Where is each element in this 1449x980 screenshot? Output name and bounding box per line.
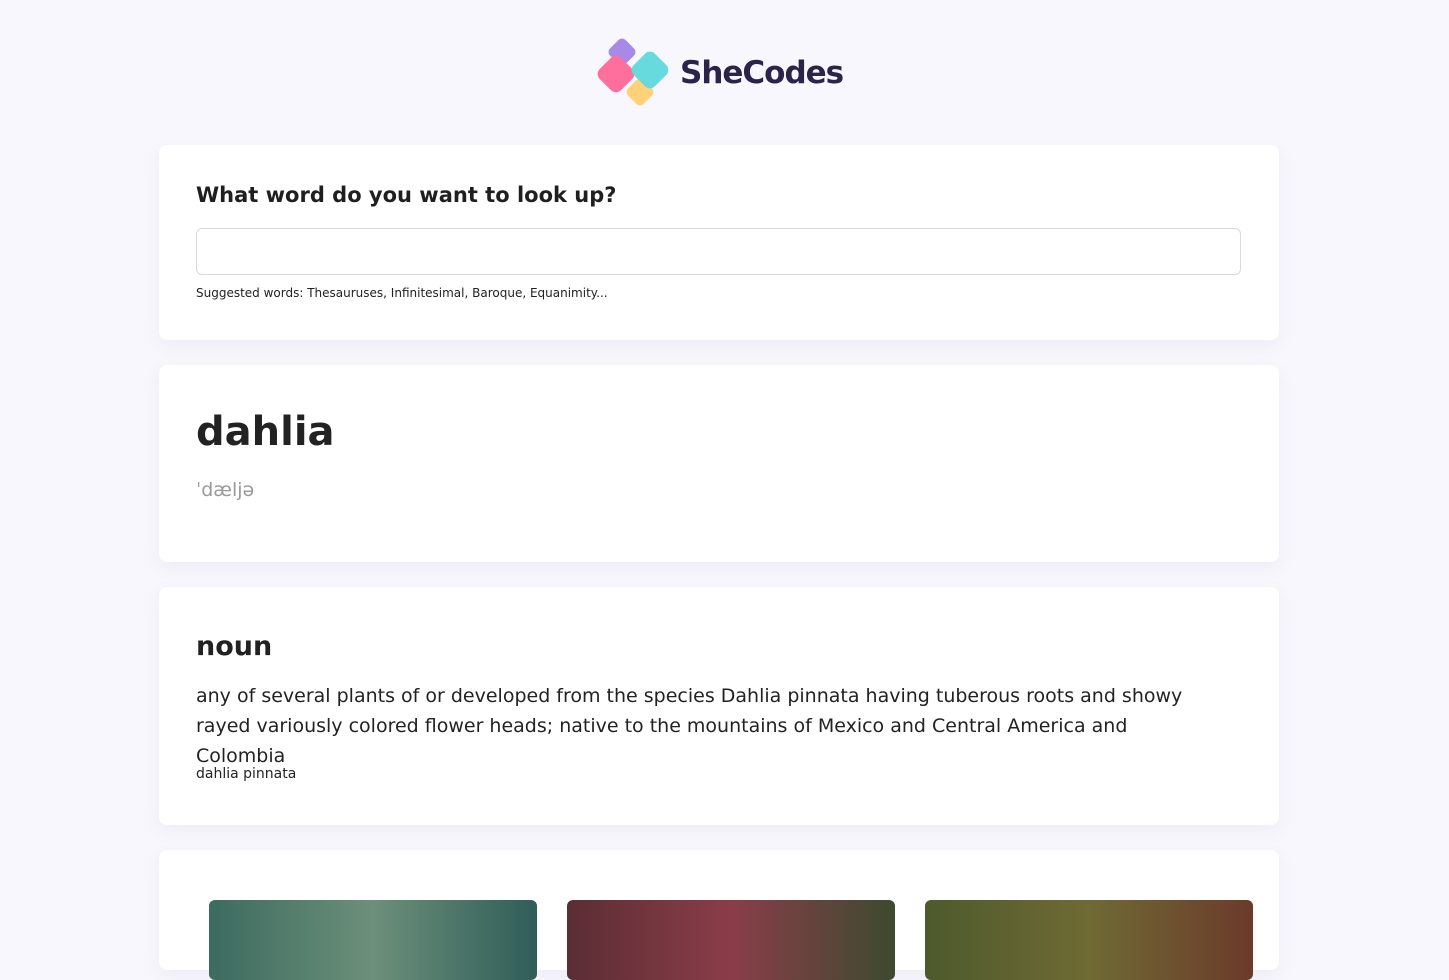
definition: any of several plants of or developed fr… [196, 685, 1183, 767]
photo-thumbnail[interactable] [567, 900, 895, 980]
search-card: What word do you want to look up? Sugges… [159, 145, 1279, 340]
word-phonetic: ˈdæljə [196, 479, 255, 501]
suggested-words: Suggested words: Thesauruses, Infinitesi… [196, 286, 608, 300]
photo-thumbnail[interactable] [209, 900, 537, 980]
brand-name: SheCodes [680, 55, 844, 91]
shecodes-logo-icon [597, 38, 669, 106]
photo-thumbnail[interactable] [925, 900, 1253, 980]
part-of-speech: noun [196, 631, 273, 662]
shecodes-logo[interactable]: SheCodes [597, 37, 847, 109]
search-input[interactable] [196, 228, 1241, 275]
meaning-card: noun any of several plants of or develop… [159, 587, 1279, 825]
word-title: dahlia [196, 409, 335, 455]
search-title: What word do you want to look up? [196, 183, 617, 207]
word-card: dahlia ˈdæljə [159, 365, 1279, 562]
synonym: dahlia pinnata [196, 766, 297, 782]
photos-card [159, 850, 1279, 980]
